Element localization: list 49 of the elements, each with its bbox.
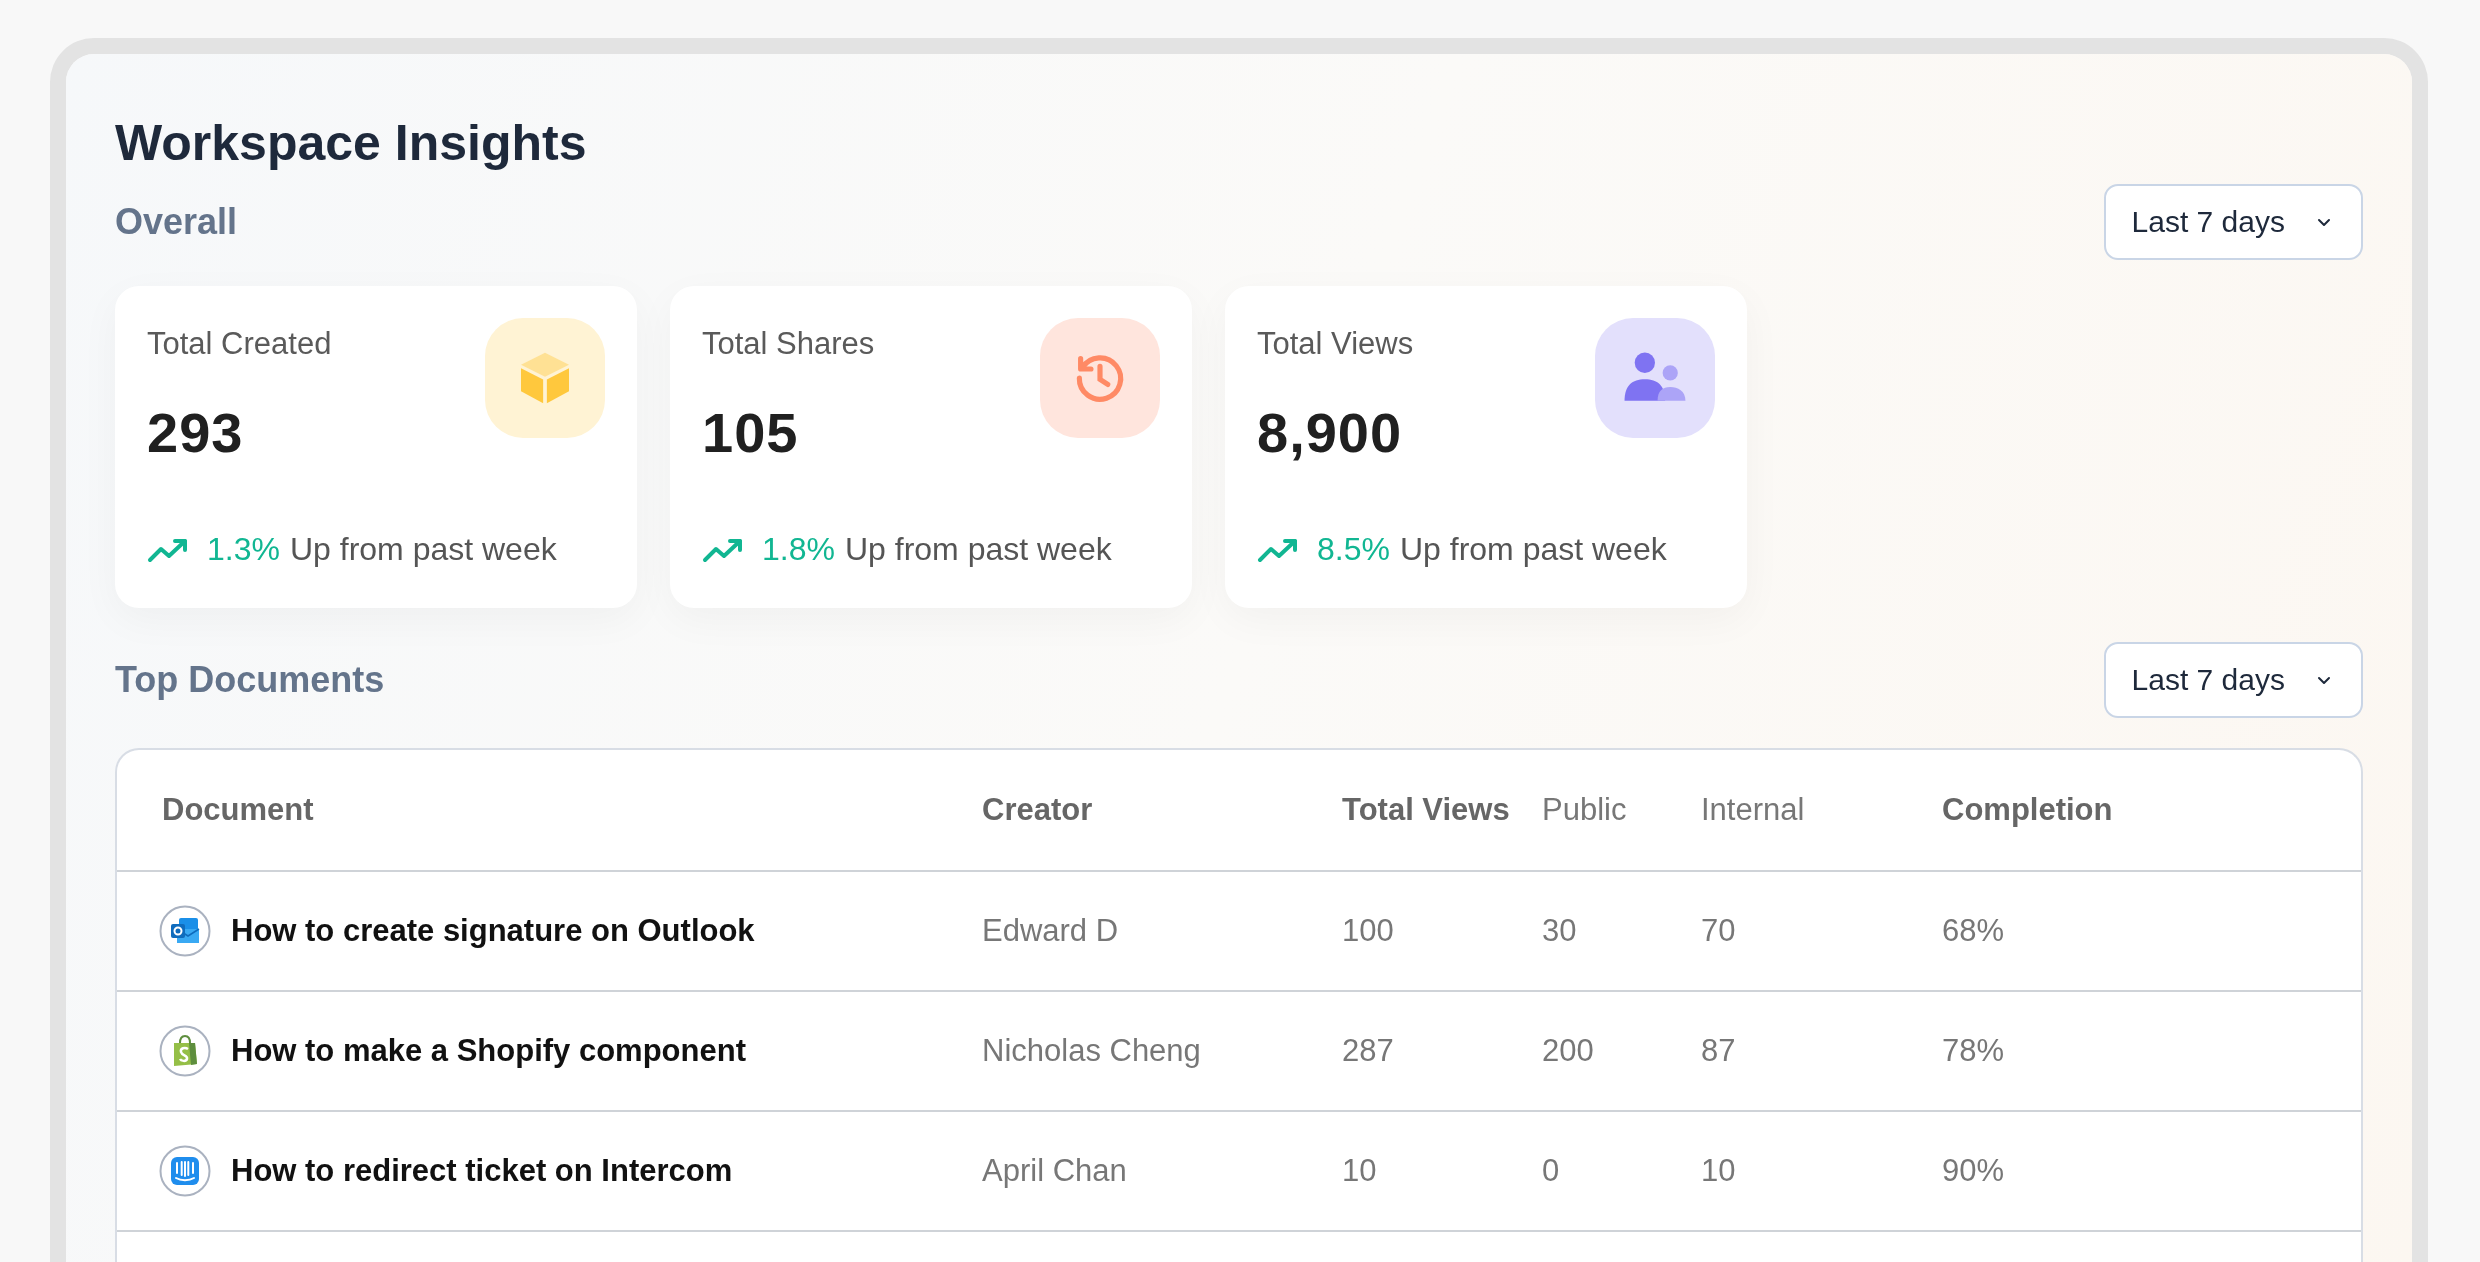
table-cell-text: 100 bbox=[1342, 913, 1395, 949]
table-cell-text: 78% bbox=[1942, 1033, 2006, 1069]
column-header: Public bbox=[1542, 792, 1628, 828]
mail-app-icon bbox=[159, 905, 211, 957]
column-header: Document bbox=[162, 792, 315, 828]
column-header: Creator bbox=[982, 792, 1094, 828]
stat-value: 8,900 bbox=[1257, 400, 1404, 465]
chat-bars-icon bbox=[159, 1145, 211, 1197]
chevron-down-icon bbox=[2317, 217, 2331, 227]
document-title[interactable]: How to make a Shopify component bbox=[231, 1033, 746, 1069]
change-percent: 1.8% bbox=[762, 531, 835, 568]
creator-cell-text: Edward D bbox=[982, 913, 1120, 949]
table-cell-text: 30 bbox=[1542, 913, 1578, 949]
stat-label: Total Shares bbox=[702, 326, 875, 362]
table-cell-text: 10 bbox=[1701, 1153, 1737, 1189]
table-cell-text: 68% bbox=[1942, 913, 2006, 949]
creator-cell-text: Nicholas Cheng bbox=[982, 1033, 1202, 1069]
change-caption: Up from past week bbox=[289, 531, 557, 568]
table-cell-text: 287 bbox=[1342, 1033, 1395, 1069]
section-heading: Overall bbox=[115, 201, 238, 243]
table-cell-text: 10 bbox=[1342, 1153, 1378, 1189]
trend-up-icon bbox=[147, 536, 189, 563]
stat-value: 293 bbox=[147, 400, 245, 465]
column-header: Total Views bbox=[1342, 792, 1511, 828]
stat-value: 105 bbox=[702, 400, 800, 465]
trend-up-icon bbox=[1257, 536, 1299, 563]
document-title[interactable]: How to redirect ticket on Intercom bbox=[231, 1153, 733, 1189]
change-caption: Up from past week bbox=[1399, 531, 1667, 568]
stat-label: Total Created bbox=[147, 326, 332, 362]
chevron-down-icon bbox=[2317, 675, 2331, 685]
section-heading: Top Documents bbox=[115, 659, 385, 701]
column-header: Internal bbox=[1701, 792, 1806, 828]
table-cell-text: 87 bbox=[1701, 1033, 1737, 1069]
creator-cell-text: April Chan bbox=[982, 1153, 1128, 1189]
column-header: Completion bbox=[1942, 792, 2114, 828]
change-percent: 1.3% bbox=[207, 531, 280, 568]
change-caption: Up from past week bbox=[844, 531, 1112, 568]
page-title: Workspace Insights bbox=[115, 114, 587, 172]
range-dropdown[interactable]: Last 7 days bbox=[2103, 642, 2363, 718]
table-cell-text: 0 bbox=[1542, 1153, 1561, 1189]
table-cell-text: 200 bbox=[1542, 1033, 1595, 1069]
shopping-bag-icon bbox=[159, 1025, 211, 1077]
document-title[interactable]: How to create signature on Outlook bbox=[231, 913, 755, 949]
table-cell-text: 70 bbox=[1701, 913, 1737, 949]
trend-up-icon bbox=[702, 536, 744, 563]
change-percent: 8.5% bbox=[1317, 531, 1390, 568]
stat-label: Total Views bbox=[1257, 326, 1414, 362]
table-cell-text: 90% bbox=[1942, 1153, 2006, 1189]
range-dropdown[interactable]: Last 7 days bbox=[2103, 184, 2363, 260]
